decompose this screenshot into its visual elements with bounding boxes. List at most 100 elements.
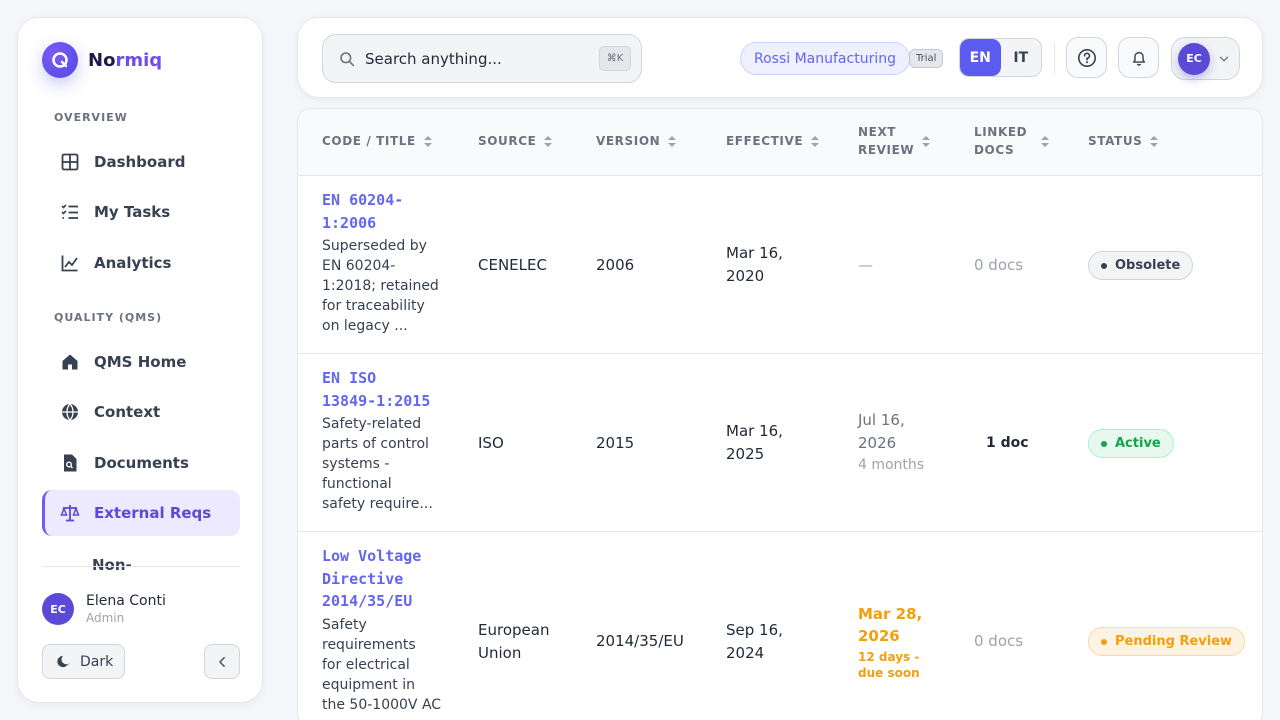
status-badge: Obsolete	[1088, 251, 1194, 280]
requirement-description: Superseded by EN 60204- 1:2018; retained fo…	[322, 238, 439, 334]
language-switcher: EN IT	[959, 38, 1042, 77]
file-icon	[64, 454, 77, 472]
sort-icon	[922, 135, 931, 147]
user-card[interactable]: EC Elena Conti Admin	[42, 593, 166, 625]
chevron-left-icon	[219, 656, 225, 667]
code-title-cell: EN ISO 13849-1:2015 Safety-related parts o…	[322, 367, 442, 514]
language-en-button[interactable]: EN	[960, 39, 1001, 76]
sidebar-divider	[42, 566, 240, 567]
sort-icon	[668, 135, 677, 147]
help-button[interactable]	[1066, 37, 1107, 78]
search-icon	[340, 51, 355, 66]
source-cell: CENELEC	[478, 256, 547, 274]
profile-menu-button[interactable]: EC	[1171, 37, 1240, 80]
section-title-quality: QUALITY (QMS)	[54, 311, 163, 324]
search-input[interactable]: Search anything... ⌘K	[322, 34, 642, 83]
version-cell: 2015	[596, 434, 635, 452]
plan-badge: Trial	[909, 49, 944, 68]
table-row[interactable]: Low Voltage Directive 2014/35/EU Safety req…	[298, 531, 1262, 720]
effective-cell: Mar 16, 2025	[726, 422, 783, 463]
status-badge: Pending Review	[1088, 627, 1246, 656]
next-review-cell: Mar 28, 2026 12 days - due soon	[858, 605, 923, 680]
column-header-next-review[interactable]: NEXT REVIEW	[858, 123, 931, 159]
avatar: EC	[42, 593, 74, 625]
moon-icon	[57, 655, 70, 668]
organization-pill[interactable]: Rossi Manufacturing	[740, 42, 910, 75]
sidebar-item-my-tasks[interactable]: My Tasks	[42, 189, 240, 235]
sidebar-item-label: Analytics	[94, 254, 172, 272]
requirement-description: Safety requirements for electrical equipmen…	[322, 616, 442, 713]
requirement-code[interactable]: Low Voltage Directive 2014/35/EU	[322, 545, 442, 613]
linked-docs-cell[interactable]: 1 doc	[986, 432, 1029, 455]
brand-name: Normiq	[88, 49, 163, 71]
globe-icon	[62, 403, 78, 421]
sidebar: Normiq OVERVIEW Dashboard My Tasks Analy…	[17, 17, 263, 703]
scale-icon	[60, 505, 80, 522]
column-header-effective[interactable]: EFFECTIVE	[726, 132, 820, 150]
language-it-button[interactable]: IT	[1001, 39, 1042, 76]
next-review-cell: —	[858, 256, 873, 274]
effective-cell: Mar 16, 2020	[726, 244, 783, 285]
source-cell: ISO	[478, 434, 504, 452]
divider	[1054, 42, 1055, 75]
brand-logo-icon	[42, 42, 78, 78]
avatar: EC	[1178, 42, 1210, 75]
sidebar-item-dashboard[interactable]: Dashboard	[42, 139, 240, 185]
search-placeholder: Search anything...	[365, 49, 502, 68]
sort-icon	[1041, 135, 1050, 147]
sidebar-item-label: External Reqs	[94, 504, 212, 522]
column-header-status[interactable]: STATUS	[1088, 132, 1159, 150]
linked-docs-cell[interactable]: 0 docs	[974, 630, 1023, 653]
code-title-cell: EN 60204- 1:2006 Superseded by EN 60204- 1:…	[322, 189, 442, 336]
next-review-cell: Jul 16, 2026 4 months	[858, 411, 925, 473]
column-header-linked-docs[interactable]: LINKED DOCS	[974, 123, 1050, 159]
topbar: Search anything... ⌘K Rossi Manufacturin…	[297, 17, 1263, 98]
requirement-code[interactable]: EN ISO 13849-1:2015	[322, 367, 442, 412]
dark-mode-button[interactable]: Dark	[42, 644, 125, 679]
sidebar-item-label: Documents	[94, 454, 189, 472]
version-cell: 2006	[596, 256, 635, 274]
collapse-sidebar-button[interactable]	[204, 644, 240, 679]
sidebar-item-label: Context	[94, 403, 161, 421]
table-row[interactable]: EN ISO 13849-1:2015 Safety-related parts o…	[298, 353, 1262, 531]
sort-icon	[811, 135, 820, 147]
column-header-code-title[interactable]: CODE / TITLE	[322, 132, 432, 150]
shortcut-hint: ⌘K	[599, 46, 631, 71]
code-title-cell: Low Voltage Directive 2014/35/EU Safety req…	[322, 545, 442, 715]
status-badge: Active	[1088, 429, 1174, 458]
table-header: CODE / TITLE SOURCE VERSION EFFECTIVE NE…	[298, 109, 1262, 175]
status-dot	[1101, 262, 1107, 269]
effective-cell: Sep 16, 2024	[726, 621, 783, 662]
requirement-description: Safety-related parts of control systems -f…	[322, 416, 433, 512]
sidebar-item-external-reqs[interactable]: External Reqs	[42, 490, 240, 536]
help-icon	[1077, 48, 1096, 67]
section-title-overview: OVERVIEW	[54, 111, 128, 124]
status-dot	[1101, 638, 1107, 645]
bell-icon	[1132, 51, 1145, 66]
sidebar-item-label: Dashboard	[94, 153, 186, 171]
checklist-icon	[61, 204, 78, 219]
requirement-code[interactable]: EN 60204- 1:2006	[322, 189, 442, 234]
table-row[interactable]: EN 60204- 1:2006 Superseded by EN 60204- 1:…	[298, 175, 1262, 353]
source-cell: European Union	[478, 621, 550, 662]
home-icon	[62, 354, 78, 370]
grid-icon	[61, 153, 79, 171]
sidebar-item-non-conformities[interactable]: Non-	[92, 556, 132, 570]
chart-line-icon	[61, 255, 78, 272]
column-header-version[interactable]: VERSION	[596, 132, 677, 150]
chevron-down-icon	[1219, 56, 1229, 61]
brand[interactable]: Normiq	[42, 42, 162, 78]
sort-icon	[423, 135, 432, 147]
status-dot	[1101, 440, 1107, 447]
sidebar-item-documents[interactable]: Documents	[42, 440, 240, 486]
sidebar-item-context[interactable]: Context	[42, 389, 240, 435]
sidebar-item-qms-home[interactable]: QMS Home	[42, 339, 240, 385]
sidebar-item-analytics[interactable]: Analytics	[42, 240, 240, 286]
user-role: Admin	[86, 611, 125, 625]
linked-docs-cell[interactable]: 0 docs	[974, 254, 1023, 277]
sidebar-item-label: QMS Home	[94, 353, 187, 371]
column-header-source[interactable]: SOURCE	[478, 132, 553, 150]
notifications-button[interactable]	[1118, 37, 1159, 78]
sidebar-item-label: My Tasks	[94, 203, 171, 221]
requirements-table: CODE / TITLE SOURCE VERSION EFFECTIVE NE…	[297, 108, 1263, 720]
